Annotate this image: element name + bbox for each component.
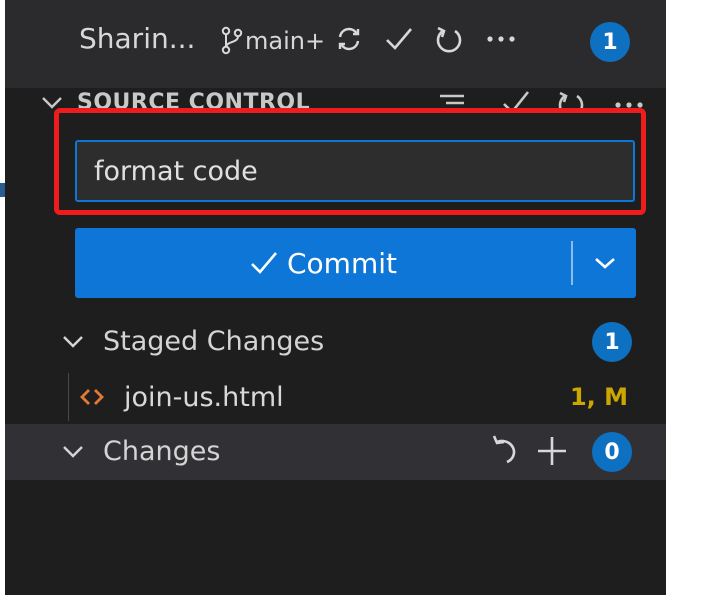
title-bar: Sharin... main+ 1	[5, 0, 666, 88]
source-control-branch-icon	[221, 26, 243, 55]
changes-count-badge: 0	[592, 432, 632, 472]
commit-main-action[interactable]: Commit	[75, 228, 571, 298]
staged-count-badge: 1	[592, 322, 632, 362]
discard-changes-icon[interactable]	[491, 434, 525, 468]
activity-indicator	[0, 183, 5, 197]
highlight-annotation	[54, 108, 646, 215]
commit-button-label: Commit	[287, 246, 397, 280]
html-file-icon	[80, 389, 104, 405]
check-icon[interactable]	[501, 90, 531, 110]
repo-name[interactable]: Sharin...	[79, 22, 195, 55]
file-status: 1, M	[569, 383, 628, 411]
more-icon[interactable]	[482, 20, 520, 58]
check-icon[interactable]	[380, 20, 418, 58]
chevron-down-icon	[63, 336, 83, 348]
sync-icon[interactable]	[330, 20, 368, 58]
staged-changes-section[interactable]: Staged Changes 1	[5, 318, 666, 366]
title-count-badge: 1	[590, 22, 630, 62]
source-control-header: SOURCE CONTROL	[5, 88, 666, 110]
check-icon	[251, 252, 277, 274]
section-title: SOURCE CONTROL	[77, 90, 311, 110]
view-tree-icon[interactable]	[437, 90, 467, 110]
tree-indent-guide	[68, 373, 69, 421]
refresh-icon[interactable]	[557, 90, 585, 110]
commit-button[interactable]: Commit	[75, 228, 636, 298]
commit-dropdown-button[interactable]	[573, 228, 636, 298]
staged-file-item[interactable]: join-us.html 1, M	[5, 373, 666, 421]
changes-section[interactable]: Changes 0	[5, 424, 666, 480]
chevron-down-icon[interactable]	[39, 90, 65, 110]
refresh-icon[interactable]	[430, 20, 468, 58]
file-name: join-us.html	[124, 382, 284, 413]
changes-label: Changes	[103, 436, 221, 467]
chevron-down-icon	[63, 446, 83, 458]
branch-name[interactable]: main+	[245, 27, 325, 55]
background-strip	[666, 0, 707, 595]
staged-changes-label: Staged Changes	[103, 326, 325, 357]
chevron-down-icon	[594, 258, 615, 269]
stage-all-icon[interactable]	[535, 434, 569, 468]
